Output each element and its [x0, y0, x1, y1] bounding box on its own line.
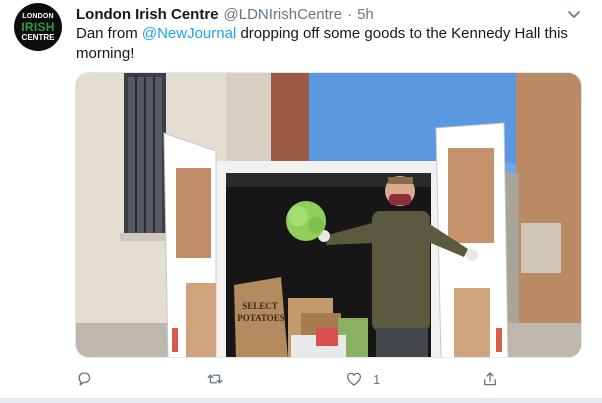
- retweet-icon: [207, 374, 223, 384]
- right-building: [516, 73, 581, 357]
- mention-link[interactable]: @NewJournal: [142, 25, 236, 42]
- share-icon: [484, 372, 496, 386]
- avatar[interactable]: LONDON IRISH CENTRE: [14, 3, 62, 51]
- face-mask: [389, 194, 411, 205]
- tweet-header: London Irish Centre @LDNIrishCentre · 5h: [76, 4, 374, 24]
- reply-button[interactable]: [75, 366, 93, 392]
- tweet-actions: 1: [0, 366, 602, 392]
- feed-divider: [0, 398, 602, 403]
- timestamp[interactable]: 5h: [357, 6, 374, 23]
- like-button[interactable]: 1: [345, 366, 380, 392]
- avatar-line-3: CENTRE: [21, 32, 55, 42]
- like-count: 1: [373, 371, 381, 387]
- retweet-button[interactable]: [206, 366, 224, 392]
- chevron-down-icon: [568, 11, 580, 18]
- tweet-text: Dan from @NewJournal dropping off some g…: [76, 24, 576, 64]
- tweet-photo[interactable]: SELECT POTATOES: [75, 72, 582, 358]
- sack-label-line-2: POTATOES: [237, 313, 285, 323]
- author-handle[interactable]: @LDNIrishCentre: [224, 6, 343, 23]
- avatar-line-2: IRISH: [21, 19, 55, 34]
- heart-icon: [346, 372, 362, 386]
- tweet-text-part-1: Dan from: [76, 25, 142, 42]
- tweet-card[interactable]: LONDON IRISH CENTRE London Irish Centre …: [0, 0, 602, 398]
- reply-icon: [78, 372, 91, 386]
- author-name[interactable]: London Irish Centre: [76, 6, 219, 23]
- sack-label-line-1: SELECT: [242, 301, 278, 311]
- person-shirt: [372, 211, 430, 331]
- separator-dot: ·: [347, 5, 353, 23]
- more-options-button[interactable]: [566, 6, 582, 22]
- van-photo: SELECT POTATOES: [76, 73, 581, 357]
- share-button[interactable]: [481, 366, 499, 392]
